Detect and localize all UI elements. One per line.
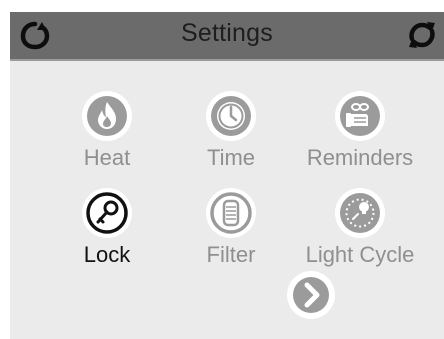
tile-label-filter: Filter [206,242,256,267]
reminder-hand-icon [333,89,387,143]
settings-screen: Settings Heat Time Reminders Lock Filter… [10,12,444,339]
header-bar: Settings [10,12,444,61]
next-page-button[interactable] [286,270,336,320]
tile-lock[interactable]: Lock [42,186,172,278]
tile-label-time: Time [206,145,256,170]
light-cycle-icon [333,186,387,240]
tile-reminders[interactable]: Reminders [295,89,425,181]
tile-light-cycle[interactable]: Light Cycle [295,186,425,278]
tile-filter[interactable]: Filter [166,186,296,278]
clock-icon [204,89,258,143]
refresh-icon[interactable] [406,20,438,50]
chevron-right-icon [287,271,335,319]
flame-icon [80,89,134,143]
tile-time[interactable]: Time [166,89,296,181]
tile-heat[interactable]: Heat [42,89,172,181]
page-title: Settings [181,19,273,47]
filter-cartridge-icon [204,186,258,240]
key-icon [80,186,134,240]
tile-label-light-cycle: Light Cycle [305,242,415,267]
tile-label-reminders: Reminders [306,145,414,170]
